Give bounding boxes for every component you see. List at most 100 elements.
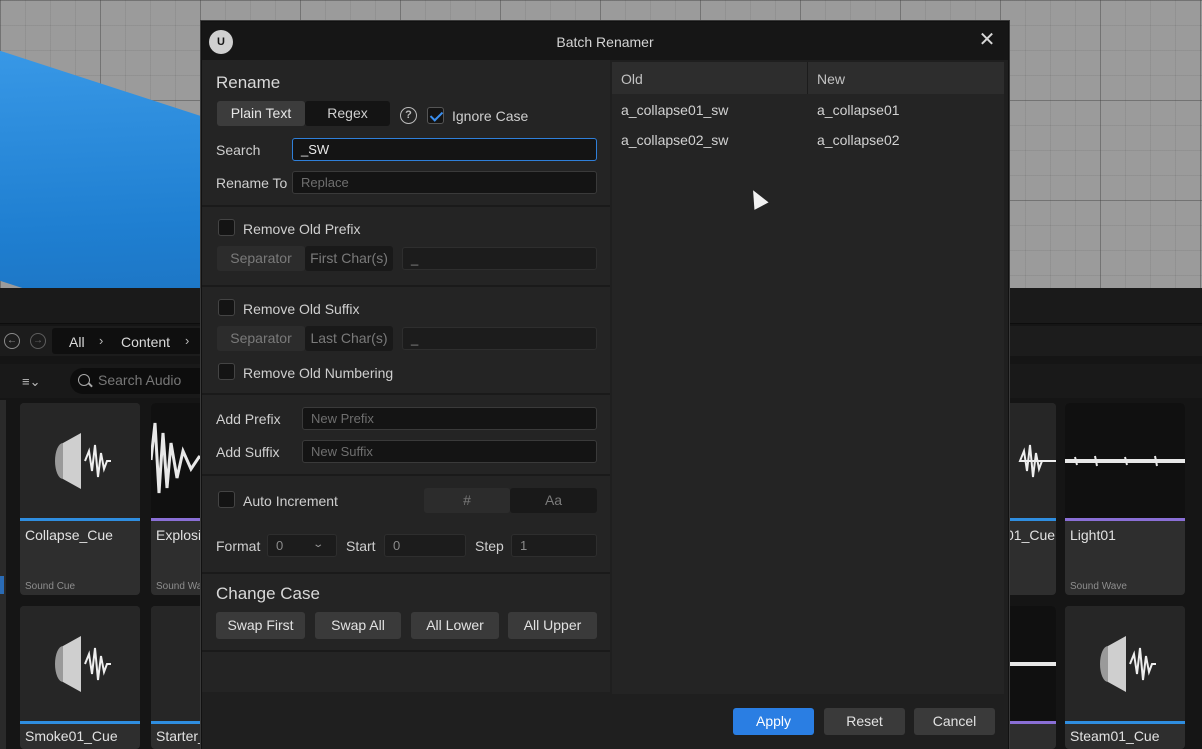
- prefix-separator-input[interactable]: _: [402, 247, 597, 270]
- add-prefix-label: Add Prefix: [216, 411, 281, 427]
- asset-name: Steam01_Cue: [1070, 728, 1160, 744]
- remove-old-prefix-label: Remove Old Prefix: [243, 221, 361, 237]
- rename-heading: Rename: [216, 73, 281, 92]
- speaker-icon: [20, 606, 140, 721]
- plain-text-toggle[interactable]: Plain Text: [217, 101, 305, 126]
- step-label: Step: [475, 538, 504, 554]
- preview-panel: Old New a_collapse01_sw a_collapse01 a_c…: [612, 62, 1004, 694]
- asset-type: Sound Cue: [25, 581, 76, 592]
- prefix-first-chars-toggle[interactable]: First Char(s): [305, 246, 393, 271]
- suffix-separator-toggle[interactable]: Separator: [217, 326, 305, 351]
- asset-tile-steam01-cue[interactable]: Steam01_Cue: [1065, 606, 1185, 749]
- new-column-header[interactable]: New: [817, 71, 845, 87]
- asset-tile-smoke01-cue[interactable]: Smoke01_Cue: [20, 606, 140, 749]
- cancel-button[interactable]: Cancel: [914, 708, 995, 735]
- settings-panel: Rename Plain Text Regex ? Ignore Case Se…: [202, 60, 610, 692]
- ignore-case-label: Ignore Case: [452, 108, 529, 124]
- swap-first-button[interactable]: Swap First: [216, 612, 305, 639]
- remove-old-numbering-label: Remove Old Numbering: [243, 365, 394, 381]
- format-label: Format: [216, 538, 261, 554]
- asset-type-bar: [1065, 721, 1185, 724]
- breadcrumb-separator: ›: [185, 333, 190, 348]
- remove-old-prefix-checkbox[interactable]: [218, 219, 235, 236]
- asset-tile-collapse-cue[interactable]: Collapse_Cue Sound Cue: [20, 403, 140, 595]
- asset-type-bar: [20, 518, 140, 521]
- asset-name: Explosi: [156, 527, 202, 543]
- regex-toggle[interactable]: Regex: [305, 101, 390, 126]
- swap-all-button[interactable]: Swap All: [315, 612, 401, 639]
- speaker-icon: [1065, 606, 1185, 721]
- search-input[interactable]: _SW: [292, 138, 597, 161]
- dialog-footer: Apply Reset Cancel: [202, 694, 1008, 749]
- start-input[interactable]: 0: [384, 534, 466, 557]
- search-icon: [78, 374, 90, 386]
- section-divider: [202, 650, 610, 652]
- sources-panel-edge: [0, 400, 6, 749]
- sources-active-marker: [0, 576, 4, 594]
- asset-name: Collapse_Cue: [25, 527, 113, 543]
- preview-old-name: a_collapse01_sw: [621, 102, 729, 118]
- asset-type: Sound Wave: [1070, 581, 1127, 592]
- column-divider[interactable]: [807, 62, 808, 94]
- step-input[interactable]: 1: [511, 534, 597, 557]
- remove-old-numbering-checkbox[interactable]: [218, 363, 235, 380]
- all-lower-button[interactable]: All Lower: [411, 612, 499, 639]
- start-label: Start: [346, 538, 376, 554]
- speaker-icon: [20, 403, 140, 518]
- section-divider: [202, 572, 610, 574]
- breadcrumb-content[interactable]: Content: [121, 334, 170, 350]
- asset-name: Light01: [1070, 527, 1116, 543]
- prefix-separator-toggle[interactable]: Separator: [217, 246, 305, 271]
- all-upper-button[interactable]: All Upper: [508, 612, 597, 639]
- search-audio-input[interactable]: Search Audio: [70, 368, 210, 394]
- preview-header: Old New: [612, 62, 1004, 94]
- suffix-last-chars-toggle[interactable]: Last Char(s): [305, 326, 393, 351]
- preview-new-name: a_collapse02: [817, 132, 900, 148]
- preview-new-name: a_collapse01: [817, 102, 900, 118]
- asset-name: 01_Cue: [1006, 527, 1056, 543]
- rename-to-input[interactable]: Replace: [292, 171, 597, 194]
- apply-button[interactable]: Apply: [733, 708, 814, 735]
- preview-old-name: a_collapse02_sw: [621, 132, 729, 148]
- asset-name: Smoke01_Cue: [25, 728, 118, 744]
- add-prefix-input[interactable]: New Prefix: [302, 407, 597, 430]
- add-suffix-input[interactable]: New Suffix: [302, 440, 597, 463]
- close-button[interactable]: ✕: [972, 26, 1002, 54]
- reset-button[interactable]: Reset: [824, 708, 905, 735]
- filter-icon[interactable]: ≡⌄: [22, 374, 40, 390]
- breadcrumb-separator: ›: [99, 333, 104, 348]
- auto-increment-checkbox[interactable]: [218, 491, 235, 508]
- remove-old-suffix-label: Remove Old Suffix: [243, 301, 360, 317]
- numeric-increment-toggle[interactable]: #: [424, 488, 510, 513]
- asset-type: Sound Wav: [156, 581, 208, 592]
- alpha-increment-toggle[interactable]: Aa: [510, 488, 597, 513]
- waveform-icon: [1065, 403, 1185, 518]
- section-divider: [202, 285, 610, 287]
- blue-cube-mesh[interactable]: [0, 37, 220, 288]
- help-icon[interactable]: ?: [400, 107, 417, 124]
- asset-type-bar: [20, 721, 140, 724]
- search-label: Search: [216, 142, 261, 158]
- rename-to-label: Rename To: [216, 175, 288, 191]
- remove-old-suffix-checkbox[interactable]: [218, 299, 235, 316]
- chevron-down-icon: ⌄: [312, 539, 325, 550]
- add-suffix-label: Add Suffix: [216, 444, 280, 460]
- change-case-heading: Change Case: [216, 584, 320, 603]
- auto-increment-label: Auto Increment: [243, 493, 338, 509]
- title-bar[interactable]: U Batch Renamer ✕: [202, 22, 1008, 60]
- asset-name: Starter_: [156, 728, 206, 744]
- dialog-title: Batch Renamer: [556, 34, 654, 50]
- ignore-case-checkbox[interactable]: [427, 107, 444, 124]
- section-divider: [202, 393, 610, 395]
- breadcrumb-all[interactable]: All: [69, 334, 85, 350]
- forward-arrow-icon[interactable]: →: [30, 333, 46, 349]
- batch-renamer-dialog: U Batch Renamer ✕ Rename Plain Text Rege…: [201, 21, 1009, 749]
- section-divider: [202, 205, 610, 207]
- suffix-separator-input[interactable]: _: [402, 327, 597, 350]
- section-divider: [202, 474, 610, 476]
- asset-tile-light01[interactable]: Light01 Sound Wave: [1065, 403, 1185, 595]
- asset-type-bar: [1065, 518, 1185, 521]
- format-dropdown[interactable]: 0: [267, 534, 337, 557]
- old-column-header[interactable]: Old: [621, 71, 643, 87]
- back-arrow-icon[interactable]: ←: [4, 333, 20, 349]
